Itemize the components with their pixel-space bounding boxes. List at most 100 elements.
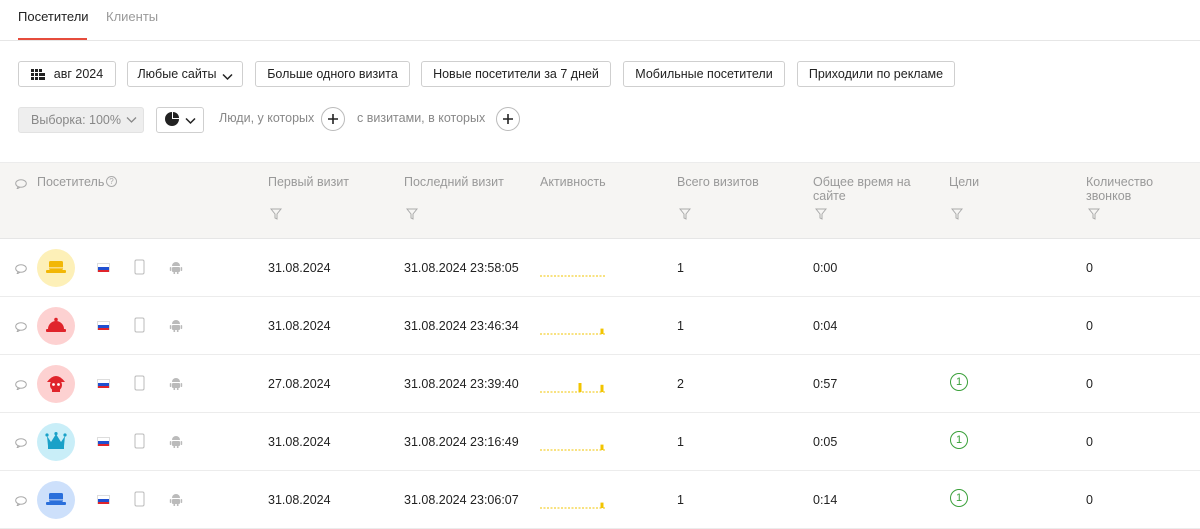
comment-icon[interactable] <box>15 436 27 451</box>
header-last-visit[interactable]: Последний визит <box>404 175 504 189</box>
avatar[interactable] <box>37 249 75 287</box>
table-row[interactable]: 31.08.2024 31.08.2024 23:58:05 1 0:00 0 <box>0 239 1200 297</box>
last-visit-cell: 31.08.2024 23:39:40 <box>404 377 519 391</box>
total-time-cell: 0:05 <box>813 435 838 449</box>
activity-bar <box>600 328 604 334</box>
filter-icon[interactable] <box>270 208 282 220</box>
header-calls-line1: Количество <box>1086 175 1154 189</box>
header-total-visits[interactable]: Всего визитов <box>677 175 759 189</box>
table-row[interactable]: 31.08.2024 31.08.2024 23:46:34 1 0:04 0 <box>0 297 1200 355</box>
add-people-condition-button[interactable] <box>321 107 345 131</box>
calls-cell: 0 <box>1086 493 1093 507</box>
chevron-down-icon <box>126 113 137 127</box>
avatar[interactable] <box>37 307 75 345</box>
russia-flag-icon <box>97 495 110 504</box>
more-than-one-visit-button[interactable]: Больше одного визита <box>255 61 410 87</box>
avatar[interactable] <box>37 423 75 461</box>
total-time-cell: 0:14 <box>813 493 838 507</box>
sample-dropdown[interactable]: Выборка: 100% <box>18 107 144 133</box>
avatar[interactable] <box>37 481 75 519</box>
header-calls-line2: звонков <box>1086 189 1132 203</box>
add-visits-condition-button[interactable] <box>496 107 520 131</box>
first-visit-cell: 31.08.2024 <box>268 493 331 507</box>
sites-dropdown[interactable]: Любые сайты <box>127 61 243 87</box>
smartphone-icon <box>134 491 145 510</box>
comment-icon[interactable] <box>15 494 27 509</box>
total-visits-cell: 1 <box>677 319 684 333</box>
filter-icon[interactable] <box>406 208 418 220</box>
total-visits-cell: 1 <box>677 435 684 449</box>
header-calls[interactable]: Количество звонков <box>1086 175 1153 203</box>
filter-icon[interactable] <box>679 208 691 220</box>
header-goals[interactable]: Цели <box>949 175 979 189</box>
android-icon <box>169 434 183 451</box>
comment-icon[interactable] <box>15 262 27 277</box>
goals-badge[interactable]: 1 <box>950 373 968 391</box>
last-visit-cell: 31.08.2024 23:16:49 <box>404 435 519 449</box>
first-visit-cell: 31.08.2024 <box>268 435 331 449</box>
table-row[interactable]: 31.08.2024 31.08.2024 23:16:49 1 0:05 1 0 <box>0 413 1200 471</box>
from-ads-button[interactable]: Приходили по рекламе <box>797 61 955 87</box>
activity-sparkline <box>540 383 606 393</box>
russia-flag-icon <box>97 379 110 388</box>
total-visits-cell: 1 <box>677 261 684 275</box>
avatar[interactable] <box>37 365 75 403</box>
header-first-visit[interactable]: Первый визит <box>268 175 349 189</box>
goals-badge[interactable]: 1 <box>950 489 968 507</box>
russia-flag-icon <box>97 437 110 446</box>
activity-sparkline <box>540 502 606 509</box>
android-icon <box>169 318 183 335</box>
total-time-cell: 0:00 <box>813 261 838 275</box>
calls-cell: 0 <box>1086 261 1093 275</box>
active-tab-indicator <box>18 38 87 40</box>
help-icon[interactable]: ? <box>106 176 117 187</box>
header-visitor[interactable]: Посетитель <box>37 175 104 189</box>
filter-icon[interactable] <box>951 208 963 220</box>
activity-sparkline <box>540 328 606 335</box>
table-row[interactable]: 27.08.2024 31.08.2024 23:39:40 2 0:57 1 0 <box>0 355 1200 413</box>
chevron-down-icon <box>221 70 233 81</box>
period-label: авг 2024 <box>53 67 104 81</box>
activity-bar <box>600 384 604 392</box>
new-visitors-button[interactable]: Новые посетители за 7 дней <box>421 61 611 87</box>
header-total-time[interactable]: Общее время на сайте <box>813 175 911 203</box>
tab-visitors[interactable]: Посетители <box>18 9 89 25</box>
table-header: Посетитель ? Первый визит Последний визи… <box>0 162 1200 239</box>
first-visit-cell: 27.08.2024 <box>268 377 331 391</box>
android-icon <box>169 492 183 509</box>
hat-icon <box>45 260 67 277</box>
total-visits-cell: 2 <box>677 377 684 391</box>
comment-icon[interactable] <box>15 320 27 335</box>
header-activity[interactable]: Активность <box>540 175 606 189</box>
filter-icon[interactable] <box>815 208 827 220</box>
tabs-bar: Посетители Клиенты <box>0 0 1200 41</box>
crown-icon <box>45 431 67 453</box>
last-visit-cell: 31.08.2024 23:46:34 <box>404 319 519 333</box>
russia-flag-icon <box>97 321 110 330</box>
russia-flag-icon <box>97 263 110 272</box>
tab-clients[interactable]: Клиенты <box>106 9 158 25</box>
activity-bar <box>600 444 604 450</box>
table-row[interactable]: 31.08.2024 31.08.2024 23:06:07 1 0:14 1 0 <box>0 471 1200 529</box>
sample-label: Выборка: 100% <box>31 113 121 127</box>
activity-bar <box>600 502 604 508</box>
total-visits-cell: 1 <box>677 493 684 507</box>
comment-icon <box>15 177 27 192</box>
smartphone-icon <box>134 433 145 452</box>
activity-bar <box>578 383 582 392</box>
chart-type-dropdown[interactable] <box>156 107 204 133</box>
period-button[interactable]: авг 2024 <box>18 61 116 87</box>
total-time-cell: 0:57 <box>813 377 838 391</box>
bell-icon <box>45 317 67 336</box>
smartphone-icon <box>134 259 145 278</box>
calls-cell: 0 <box>1086 435 1093 449</box>
comment-icon[interactable] <box>15 378 27 393</box>
first-visit-cell: 31.08.2024 <box>268 319 331 333</box>
mobile-visitors-button[interactable]: Мобильные посетители <box>623 61 785 87</box>
filter-icon[interactable] <box>1088 208 1100 220</box>
sites-label: Любые сайты <box>137 67 217 81</box>
last-visit-cell: 31.08.2024 23:06:07 <box>404 493 519 507</box>
hat-icon <box>45 492 67 509</box>
calendar-icon <box>30 68 45 80</box>
goals-badge[interactable]: 1 <box>950 431 968 449</box>
